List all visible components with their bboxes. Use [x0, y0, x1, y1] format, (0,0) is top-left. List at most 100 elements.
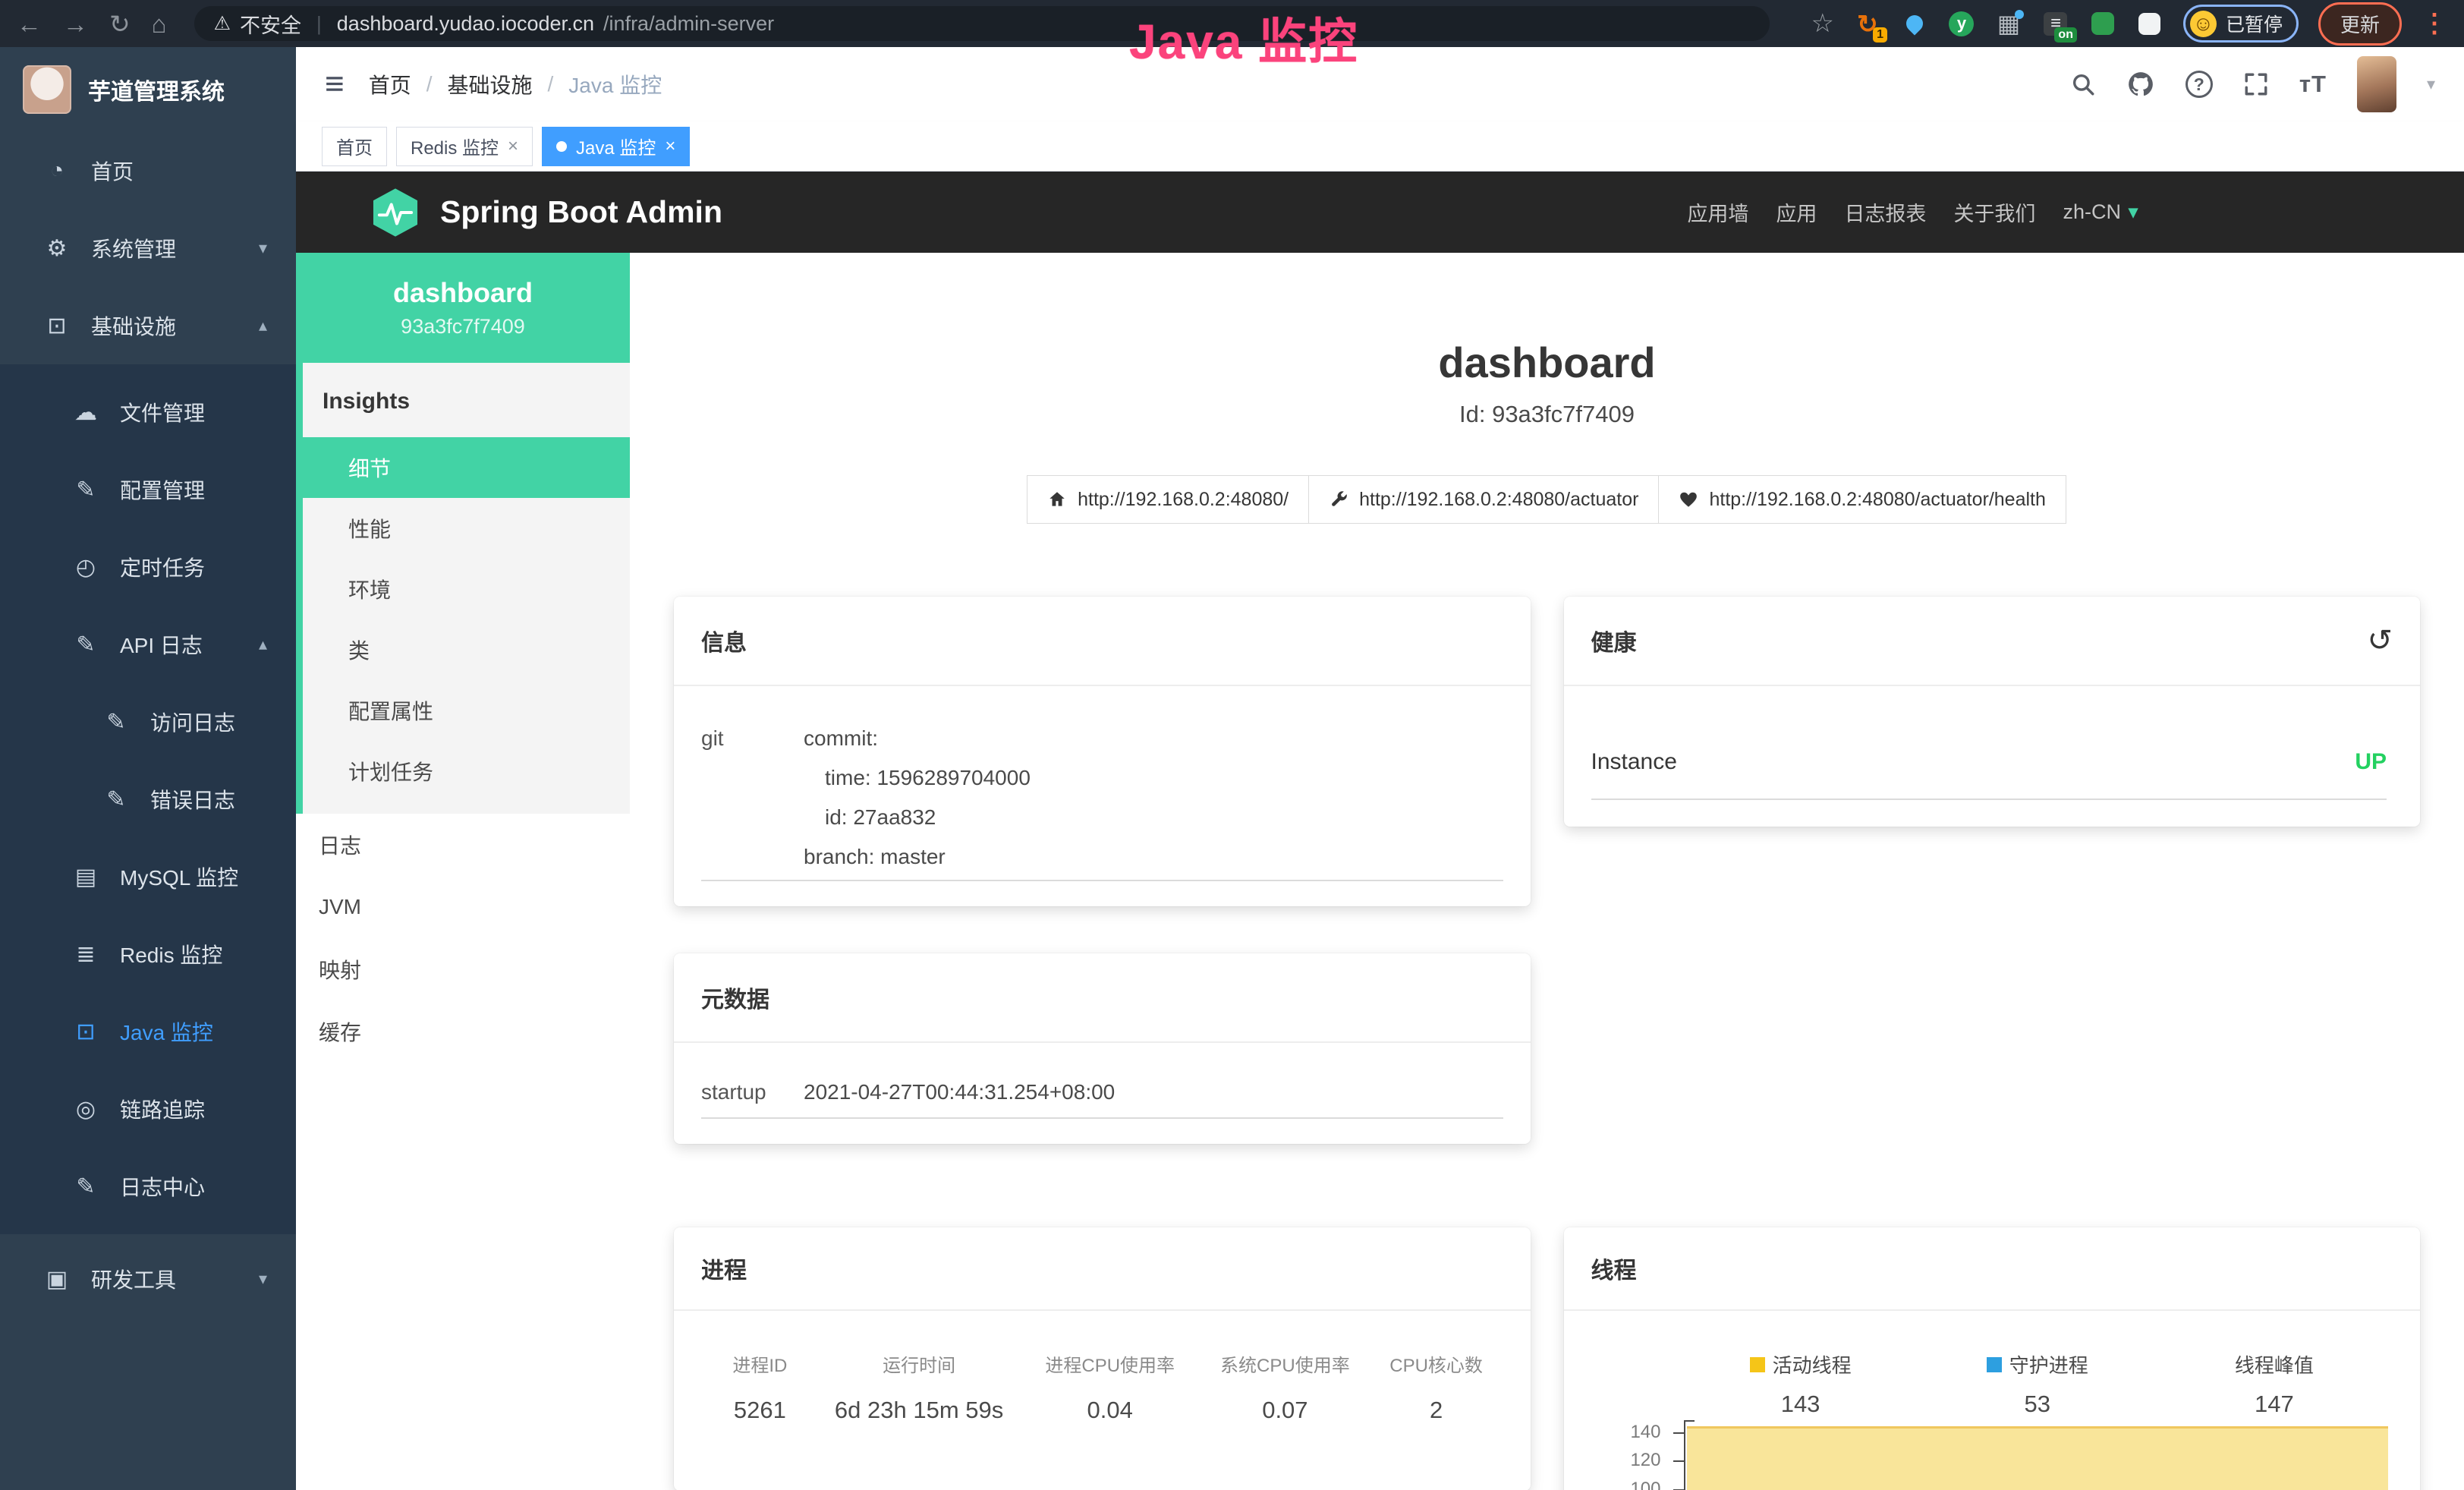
active-dot — [556, 141, 567, 152]
y-tick-140: 140 — [1591, 1423, 1661, 1441]
address-bar[interactable]: ⚠ 不安全 | dashboard.yudao.iocoder.cn/infra… — [194, 6, 1770, 41]
sidebar-item-job[interactable]: ◴ 定时任务 — [0, 528, 296, 606]
status-badge: UP — [2355, 747, 2387, 777]
sba-nav-journal[interactable]: 日志报表 — [1844, 197, 1926, 227]
tab-redis-monitor[interactable]: Redis 监控 × — [396, 127, 533, 166]
home-icon[interactable]: ⌂ — [152, 11, 167, 36]
menu-item-config-props[interactable]: 配置属性 — [303, 680, 630, 741]
edit-icon: ✎ — [102, 709, 131, 736]
menu-item-caches[interactable]: 缓存 — [296, 1000, 630, 1063]
instance-header[interactable]: dashboard 93a3fc7f7409 — [296, 253, 630, 363]
info-card: 信息 git commit: time: 1596289704000 id: 2… — [674, 597, 1531, 906]
insights-group: Insights 细节 性能 环境 类 配置属性 计划任务 — [296, 363, 630, 814]
github-icon[interactable] — [2126, 70, 2155, 99]
sidebar-item-dev-tools[interactable]: ▣ 研发工具 ▾ — [0, 1240, 296, 1318]
avatar-caret-icon[interactable]: ▾ — [2427, 74, 2435, 94]
screen: ← → ↻ ⌂ ⚠ 不安全 | dashboard.yudao.iocoder.… — [0, 0, 2464, 1490]
forward-icon[interactable]: → — [63, 11, 88, 36]
menu-item-classes[interactable]: 类 — [303, 619, 630, 680]
instance-id: 93a3fc7f7409 — [401, 315, 525, 339]
extension-on-badge: on — [2054, 27, 2077, 43]
divider — [1591, 799, 2387, 800]
info-row-git: git commit: time: 1596289704000 id: 27aa… — [701, 719, 1503, 877]
health-url-button[interactable]: http://192.168.0.2:48080/actuator/health — [1658, 475, 2066, 524]
extension-y-icon[interactable]: y — [1948, 10, 1975, 37]
sidebar-item-log-center[interactable]: ✎ 日志中心 — [0, 1148, 296, 1225]
system-cpu: 0.07 — [1197, 1397, 1373, 1424]
process-pid: 5261 — [704, 1397, 816, 1424]
extension-list-icon[interactable]: ≡on — [2042, 10, 2069, 37]
sba-logo-icon — [370, 187, 420, 238]
sidebar-item-api-log[interactable]: ✎ API 日志 ▴ — [0, 606, 296, 683]
security-label: 不安全 — [240, 9, 301, 39]
sidebar-item-access-log[interactable]: ✎ 访问日志 — [0, 683, 296, 761]
breadcrumb-home[interactable]: 首页 — [369, 69, 411, 99]
sidebar-item-java-monitor[interactable]: ⊡ Java 监控 — [0, 993, 296, 1070]
extension-puzzle-icon[interactable] — [2136, 10, 2163, 37]
reload-icon[interactable]: ↻ — [109, 11, 131, 36]
sidebar-item-mysql[interactable]: ▤ MySQL 监控 — [0, 838, 296, 915]
sba-nav-applications[interactable]: 应用 — [1776, 197, 1817, 227]
info-key: git — [701, 719, 804, 877]
health-card: 健康 ↺ Instance UP — [1564, 597, 2421, 827]
search-icon[interactable] — [2070, 71, 2096, 97]
extension-badge: 1 — [1873, 27, 1887, 43]
health-row-label: Instance — [1591, 747, 1677, 777]
health-card-body: Instance UP — [1564, 686, 2421, 827]
peak-threads-value: 147 — [2156, 1390, 2393, 1419]
extension-pin-icon[interactable] — [1901, 10, 1928, 37]
font-size-icon[interactable]: тT — [2299, 71, 2327, 98]
hamburger-icon[interactable]: ≡ — [325, 68, 345, 101]
service-url-button[interactable]: http://192.168.0.2:48080/ — [1027, 475, 1309, 524]
sba-brand: Spring Boot Admin — [440, 194, 722, 230]
user-avatar[interactable] — [2357, 56, 2396, 112]
main: ≡ 首页 / 基础设施 / Java 监控 ? — [296, 47, 2464, 1490]
eye-icon: ◎ — [71, 1096, 100, 1123]
threads-card-body: 活动线程 守护进程 线程峰值 — [1564, 1311, 2421, 1490]
sidebar-item-system[interactable]: ⚙ 系统管理 ▾ — [0, 209, 296, 287]
close-icon[interactable]: × — [665, 136, 675, 157]
locale-select[interactable]: zh-CN ▾ — [2063, 200, 2138, 224]
extension-leaf-icon[interactable] — [2089, 10, 2116, 37]
extension-refresh-icon[interactable]: ↻1 — [1854, 10, 1881, 37]
extension-grid-icon[interactable]: ▦ — [1995, 10, 2022, 37]
menu-item-metrics[interactable]: 性能 — [303, 498, 630, 559]
back-icon[interactable]: ← — [17, 11, 42, 36]
server-icon: ▤ — [71, 864, 100, 890]
menu-item-jvm[interactable]: JVM — [296, 876, 630, 938]
profile-paused-chip[interactable]: ☺ 已暂停 — [2183, 5, 2299, 43]
threads-values: 143 53 147 — [1682, 1390, 2393, 1419]
y-tick-100: 100 — [1591, 1480, 1661, 1490]
browser-menu-icon[interactable]: ⋮ — [2422, 11, 2447, 36]
sidebar-item-redis[interactable]: ≣ Redis 监控 — [0, 915, 296, 993]
actuator-url-button[interactable]: http://192.168.0.2:48080/actuator — [1308, 475, 1659, 524]
sidebar-item-infra[interactable]: ⊡ 基础设施 ▴ — [0, 287, 296, 364]
bookmark-star-icon[interactable]: ☆ — [1811, 8, 1833, 39]
breadcrumb-infra[interactable]: 基础设施 — [447, 69, 532, 99]
layers-icon: ≣ — [71, 941, 100, 968]
y-axis-line — [1684, 1420, 1685, 1490]
menu-item-environment[interactable]: 环境 — [303, 559, 630, 619]
fullscreen-icon[interactable] — [2243, 71, 2269, 97]
threads-card: 线程 活动线程 守护进程 — [1564, 1227, 2421, 1490]
sba-nav-about[interactable]: 关于我们 — [1953, 197, 2035, 227]
sidebar-item-error-log[interactable]: ✎ 错误日志 — [0, 761, 296, 838]
menu-item-logs[interactable]: 日志 — [296, 814, 630, 876]
warning-icon: ⚠ — [214, 12, 231, 35]
threads-card-title: 线程 — [1564, 1227, 2421, 1311]
menu-item-mappings[interactable]: 映射 — [296, 938, 630, 1000]
sidebar-item-tracing[interactable]: ◎ 链路追踪 — [0, 1070, 296, 1148]
sidebar-item-file[interactable]: ☁ 文件管理 — [0, 373, 296, 451]
history-icon[interactable]: ↺ — [2367, 625, 2393, 656]
menu-item-details[interactable]: 细节 — [296, 437, 630, 498]
update-button[interactable]: 更新 — [2318, 2, 2402, 46]
close-icon[interactable]: × — [508, 136, 518, 157]
sidebar-item-config[interactable]: ✎ 配置管理 — [0, 451, 296, 528]
sba-nav-wallboard[interactable]: 应用墙 — [1687, 197, 1748, 227]
tab-home[interactable]: 首页 — [322, 127, 387, 166]
help-icon[interactable]: ? — [2186, 71, 2213, 98]
sidebar-item-home[interactable]: ◔ 首页 — [0, 132, 296, 209]
tab-java-monitor[interactable]: Java 监控 × — [542, 127, 690, 166]
menu-item-scheduled-tasks[interactable]: 计划任务 — [303, 741, 630, 802]
process-table-values: 5261 6d 23h 15m 59s 0.04 0.07 2 — [704, 1397, 1500, 1424]
